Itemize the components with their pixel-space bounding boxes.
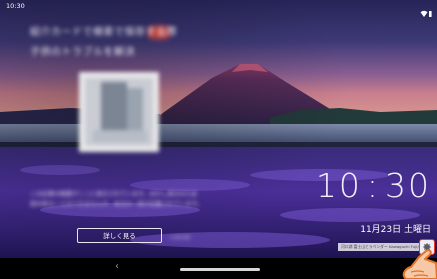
status-time: 10:30	[6, 2, 25, 10]
wifi-icon	[420, 10, 428, 17]
clock-separator: :	[366, 166, 380, 205]
body-line-1: この記事の概要がここに表示されています。ぼかし表示のため	[30, 191, 198, 198]
article-date: 11月18日	[170, 236, 191, 241]
battery-icon	[429, 11, 432, 17]
back-icon[interactable]: ‹	[115, 261, 119, 272]
status-icons	[420, 3, 432, 22]
read-more-button[interactable]: 詳しく見る	[77, 228, 162, 243]
body-line-2: 読み取ることはできませんが、本文の一部が記載されています。	[30, 201, 203, 208]
navigation-bar: ‹	[0, 258, 437, 279]
article-headline[interactable]: 紹介カードで検索で保存する際 子供のトラブルを解決	[30, 23, 220, 63]
headline-line-1: 紹介カードで検索で保存する際	[30, 27, 177, 38]
article-thumbnail[interactable]	[79, 72, 159, 152]
building-thumbnail-icon	[79, 72, 159, 152]
home-pill-icon[interactable]	[180, 268, 260, 271]
lock-clock: 10:30	[316, 166, 431, 205]
lock-screen: 10:30 紹介カードで検索で保存する際 子供のトラブルを解決 この記事の概要が…	[0, 0, 437, 279]
pointing-hand-icon	[402, 249, 437, 279]
clock-hours: 10	[315, 166, 362, 205]
lock-date: 11月23日 土曜日	[360, 225, 431, 235]
headline-line-2: 子供のトラブルを解決	[30, 47, 135, 58]
article-body: この記事の概要がここに表示されています。ぼかし表示のため 読み取ることはできませ…	[30, 190, 225, 210]
clock-minutes: 30	[385, 166, 431, 205]
status-bar: 10:30	[0, 0, 437, 17]
